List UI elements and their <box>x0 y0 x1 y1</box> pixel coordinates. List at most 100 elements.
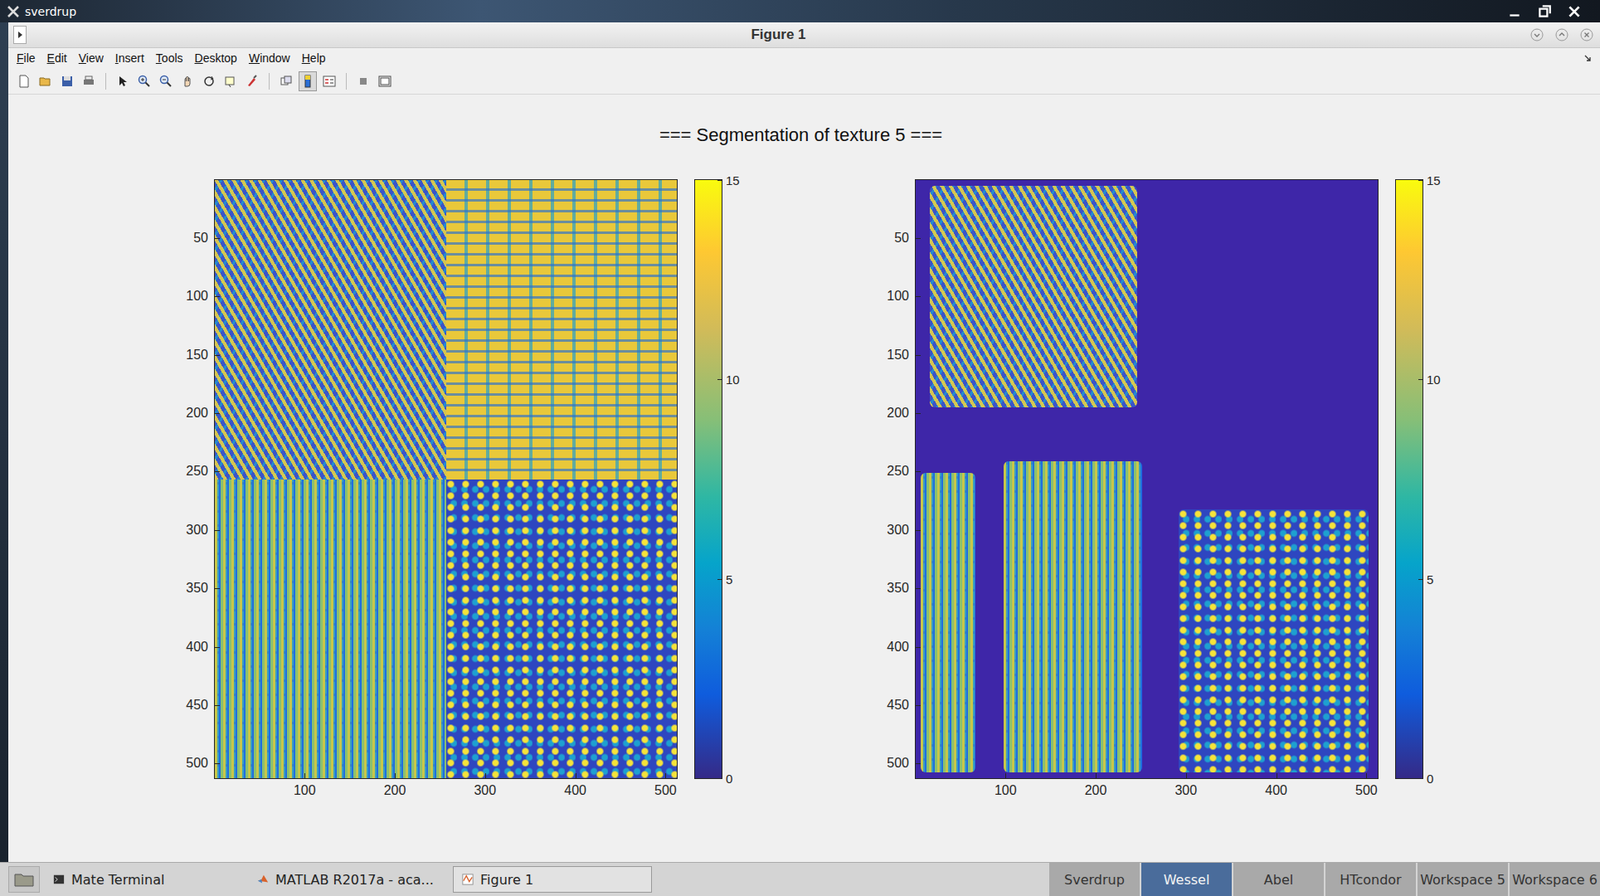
task-button[interactable]: Mate Terminal <box>44 865 244 893</box>
x-tick-label: 200 <box>384 782 407 798</box>
toolbar-button[interactable] <box>79 71 98 92</box>
desktop-bar: sverdrup <box>0 0 1600 23</box>
workspace-button[interactable]: HTcondor <box>1325 862 1416 896</box>
y-tick-label: 250 <box>185 463 209 479</box>
menu-item[interactable]: Edit <box>47 51 68 65</box>
dock-icon <box>356 74 370 88</box>
x-tick-label: 300 <box>473 782 497 798</box>
task-label: Figure 1 <box>480 871 534 888</box>
y-tick-label: 400 <box>886 639 910 655</box>
zoomin-icon <box>137 74 151 88</box>
texture-region <box>446 179 678 480</box>
menu-item[interactable]: Window <box>248 51 291 65</box>
y-tick-mark <box>915 296 921 297</box>
y-tick-mark <box>214 588 220 589</box>
y-tick-label: 150 <box>886 347 910 363</box>
toolbar-button[interactable] <box>135 71 154 92</box>
y-tick-mark <box>915 705 921 706</box>
chevron-up-icon[interactable] <box>1555 28 1569 42</box>
x-tick-mark <box>304 773 306 779</box>
undock-icon <box>378 74 392 88</box>
toolbar-button[interactable] <box>58 71 77 92</box>
menu-item[interactable]: Help <box>301 51 326 65</box>
colorbar[interactable]: 15 10 5 0 <box>1395 179 1424 779</box>
y-tick-mark <box>214 763 220 764</box>
toolbar-button[interactable] <box>199 71 219 92</box>
colorbar-tick-mark <box>717 578 722 580</box>
segmented-axes[interactable]: 50 100 150 200 250 300 350 400 450 500 1… <box>914 179 1379 779</box>
toolbar-button[interactable] <box>221 71 240 92</box>
workspace-button[interactable]: Abel <box>1233 862 1324 896</box>
menu-item[interactable]: View <box>78 51 104 65</box>
toolbar-button[interactable] <box>243 71 262 92</box>
toolbar-button[interactable] <box>178 71 197 92</box>
window-controls <box>1507 4 1594 20</box>
menu-item[interactable]: Insert <box>115 51 145 65</box>
y-tick-label: 350 <box>185 580 209 596</box>
y-tick-label: 50 <box>894 230 910 246</box>
toolbar-button[interactable] <box>36 71 55 92</box>
colorbar-tick-label: 5 <box>725 571 733 586</box>
y-tick-mark <box>915 355 921 356</box>
colorbar-tick-mark <box>1418 778 1423 779</box>
y-tick-label: 100 <box>185 288 209 304</box>
menu-item[interactable]: Desktop <box>194 51 238 65</box>
y-tick-label: 150 <box>185 347 209 363</box>
texture-region <box>1003 461 1143 773</box>
show-desktop-button[interactable] <box>8 865 40 893</box>
maximize-icon[interactable] <box>1536 4 1552 20</box>
colorbar-tick-label: 5 <box>1426 571 1434 586</box>
texture-region <box>446 479 678 779</box>
colorbar-tick-mark <box>1418 179 1423 181</box>
x-tick-mark <box>1005 773 1007 779</box>
chevron-down-icon[interactable] <box>1530 28 1544 42</box>
colorbar-icon <box>301 74 315 88</box>
y-tick-label: 300 <box>185 522 209 538</box>
colorbar[interactable]: 15 10 5 0 <box>694 179 723 779</box>
y-tick-mark <box>915 530 921 531</box>
toolbar-button[interactable] <box>298 71 317 92</box>
toolbar-button[interactable] <box>354 71 373 92</box>
close-circle-icon[interactable] <box>1580 28 1594 42</box>
save-icon <box>60 74 74 88</box>
toolbar-button[interactable] <box>156 71 176 92</box>
y-tick-mark <box>214 530 220 531</box>
menu-item[interactable]: File <box>16 51 36 65</box>
close-icon[interactable] <box>1566 4 1582 20</box>
y-tick-mark <box>214 296 220 297</box>
menu-item[interactable]: Tools <box>155 51 184 65</box>
task-label: MATLAB R2017a - aca... <box>275 871 434 888</box>
workspace-button[interactable]: Sverdrup <box>1049 862 1140 896</box>
zoomout-icon <box>159 74 173 88</box>
workspace-button[interactable]: Wessel <box>1141 862 1232 896</box>
toolbar-button[interactable] <box>320 71 339 92</box>
host-title: sverdrup <box>24 4 77 19</box>
workspace-button[interactable]: Workspace 5 <box>1417 862 1508 896</box>
pointer-icon <box>116 74 130 88</box>
x-tick-label: 500 <box>1355 782 1378 798</box>
texture-region <box>920 472 977 773</box>
task-button[interactable]: Figure 1 <box>452 865 652 893</box>
task-button[interactable]: MATLAB R2017a - aca... <box>248 865 448 893</box>
dock-toggle[interactable] <box>13 25 27 44</box>
x-tick-mark <box>575 773 577 779</box>
undock-arrow-icon[interactable] <box>1583 53 1592 63</box>
toolbar-button[interactable] <box>14 71 34 92</box>
new-icon <box>17 74 31 88</box>
workspace-button[interactable]: Workspace 6 <box>1509 862 1600 896</box>
original-axes[interactable]: 50 100 150 200 250 300 350 400 450 500 1… <box>213 179 678 779</box>
toolbar-separator <box>345 72 347 90</box>
toolbar-button[interactable] <box>113 71 132 92</box>
legend-icon <box>322 74 336 88</box>
y-tick-label: 400 <box>185 639 209 655</box>
y-tick-label: 500 <box>185 755 209 771</box>
toolbar-button[interactable] <box>277 71 296 92</box>
toolbar-button[interactable] <box>375 71 394 92</box>
figure-canvas: === Segmentation of texture 5 === 50 100… <box>8 94 1600 862</box>
toolbar-separator <box>105 72 107 90</box>
texture-region <box>214 179 447 480</box>
screen: sverdrup Figure 1 File Edit View Insert Tool… <box>0 0 1600 896</box>
minimize-icon[interactable] <box>1507 4 1523 20</box>
y-tick-label: 450 <box>886 697 910 713</box>
figure-icon <box>462 873 474 886</box>
